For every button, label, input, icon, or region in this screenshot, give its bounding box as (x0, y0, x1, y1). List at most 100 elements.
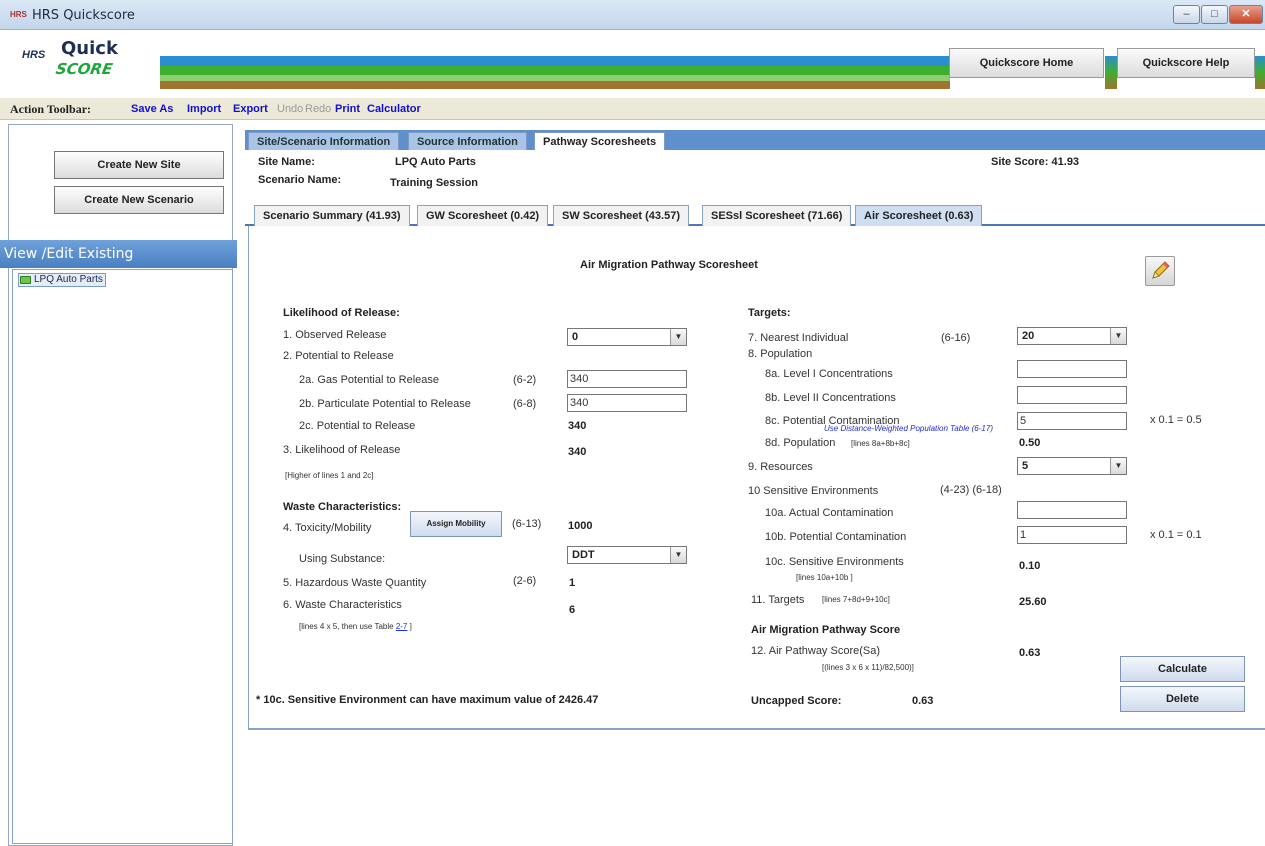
level1-input[interactable] (1017, 360, 1127, 378)
calculate-button[interactable]: Calculate (1120, 656, 1245, 682)
tab-sw-scoresheet[interactable]: SW Scoresheet (43.57) (553, 205, 689, 226)
scenario-name-value: Training Session (390, 177, 479, 189)
quickscore-home-button[interactable]: Quickscore Home (949, 48, 1104, 78)
folder-icon (20, 276, 31, 284)
logo-quick: Quick (61, 38, 118, 59)
particulate-potential-input[interactable]: 340 (567, 394, 687, 412)
close-button[interactable]: ✕ (1229, 5, 1263, 24)
undo-link[interactable]: Undo (277, 103, 303, 115)
potential-contamination-10b-input[interactable]: 1 (1017, 526, 1127, 544)
toxicity-ref[interactable]: (6-13) (512, 518, 541, 530)
population-total-label: 8d. Population (765, 437, 836, 449)
population-link[interactable]: 8. Population (748, 348, 812, 360)
waste-header: Waste Characteristics: (283, 501, 402, 513)
likelihood-release-value: 340 (568, 446, 587, 458)
calculator-link[interactable]: Calculator (367, 103, 421, 115)
uncapped-score-value: 0.63 (912, 695, 934, 707)
tab-source-information[interactable]: Source Information (408, 132, 527, 150)
targets-value: 25.60 (1019, 596, 1047, 608)
toolbar-label: Action Toolbar: (10, 102, 92, 116)
tab-air-scoresheet[interactable]: Air Scoresheet (0.63) (855, 205, 983, 226)
sensitive-environments-ref[interactable]: (4-23) (6-18) (940, 484, 1002, 496)
level2-input[interactable] (1017, 386, 1127, 404)
level2-label: 8b. Level II Concentrations (765, 392, 896, 404)
toxicity-value: 1000 (568, 520, 593, 532)
potential-release-link[interactable]: 2. Potential to Release (283, 350, 394, 362)
substance-select[interactable]: DDT ▼ (567, 546, 687, 564)
chevron-down-icon: ▼ (670, 547, 686, 563)
import-link[interactable]: Import (187, 103, 221, 115)
create-new-site-button[interactable]: Create New Site (54, 151, 224, 179)
tab-sessl-scoresheet[interactable]: SESsl Scoresheet (71.66) (702, 205, 852, 226)
site-tree (12, 269, 233, 844)
air-pathway-score-link[interactable]: 12. Air Pathway Score(Sa) (751, 645, 880, 657)
hazardous-waste-value: 1 (569, 577, 576, 589)
gas-potential-input[interactable]: 340 (567, 370, 687, 388)
nearest-individual-select[interactable]: 20 ▼ (1017, 327, 1127, 345)
site-name-value: LPQ Auto Parts (395, 156, 476, 168)
banner-stripe-brown (160, 81, 950, 89)
tree-item-site[interactable]: LPQ Auto Parts (18, 273, 106, 287)
air-pathway-score-value: 0.63 (1019, 647, 1041, 659)
particulate-potential-label: 2b. Particulate Potential to Release (299, 398, 471, 410)
export-link[interactable]: Export (233, 103, 268, 115)
population-table-link[interactable]: Use Distance-Weighted Population Table (… (824, 424, 993, 433)
scenario-name-label: Scenario Name: (258, 174, 342, 186)
targets-note: [lines 7+8d+9+10c] (822, 595, 890, 604)
scoresheet-title: Air Migration Pathway Scoresheet (580, 259, 758, 271)
delete-button[interactable]: Delete (1120, 686, 1245, 712)
save-as-link[interactable]: Save As (131, 103, 173, 115)
observed-release-link[interactable]: 1. Observed Release (283, 329, 386, 341)
actual-contamination-input[interactable] (1017, 501, 1127, 519)
table-2-7-link[interactable]: 2-7 (396, 622, 408, 631)
waste-note: [lines 4 x 5, then use Table 2-7 ] (299, 622, 412, 631)
banner-stripe-gap (1105, 56, 1117, 89)
tab-scenario-summary[interactable]: Scenario Summary (41.93) (254, 205, 410, 226)
sensitive-env-note: [lines 10a+10b ] (796, 573, 853, 582)
sensitive-env-value: 0.10 (1019, 560, 1041, 572)
particulate-potential-ref[interactable]: (6-8) (513, 398, 536, 410)
window-title: HRS Quickscore (32, 8, 135, 23)
chevron-down-icon: ▼ (670, 329, 686, 345)
site-score: Site Score: 41.93 (991, 156, 1080, 168)
quickscore-help-button[interactable]: Quickscore Help (1117, 48, 1255, 78)
population-value: 0.50 (1019, 437, 1041, 449)
likelihood-release-link[interactable]: 3. Likelihood of Release (283, 444, 400, 456)
air-pathway-score-header: Air Migration Pathway Score (751, 624, 901, 636)
resources-select[interactable]: 5 ▼ (1017, 457, 1127, 475)
tab-site-scenario-information[interactable]: Site/Scenario Information (248, 132, 400, 150)
waste-characteristics-label: 6. Waste Characteristics (283, 599, 402, 611)
logo-score: SCORE (54, 60, 114, 78)
gas-potential-ref[interactable]: (6-2) (513, 374, 536, 386)
window-titlebar (0, 0, 1265, 30)
tab-pathway-scoresheets[interactable]: Pathway Scoresheets (534, 132, 666, 150)
minimize-button[interactable]: – (1173, 5, 1200, 24)
potential-contamination-input[interactable]: 5 (1017, 412, 1127, 430)
nearest-individual-ref[interactable]: (6-16) (941, 332, 970, 344)
actual-contamination-label: 10a. Actual Contamination (765, 507, 894, 519)
potential-to-release-value: 340 (568, 420, 587, 432)
create-new-scenario-button[interactable]: Create New Scenario (54, 186, 224, 214)
tab-gw-scoresheet[interactable]: GW Scoresheet (0.42) (417, 205, 549, 226)
redo-link[interactable]: Redo (305, 103, 331, 115)
banner-stripe-end (1255, 56, 1265, 89)
edit-pencil-icon[interactable] (1145, 256, 1175, 286)
level1-label: 8a. Level I Concentrations (765, 368, 893, 380)
using-substance-label: Using Substance: (299, 553, 386, 565)
print-link[interactable]: Print (335, 103, 360, 115)
hazardous-waste-quantity-label: 5. Hazardous Waste Quantity (283, 577, 427, 589)
air-pathway-note: [(lines 3 x 6 x 11)/82,500)] (822, 663, 914, 672)
assign-mobility-button[interactable]: Assign Mobility (410, 511, 502, 537)
targets-header: Targets: (748, 307, 791, 319)
logo-hrs: HRS (22, 49, 46, 61)
likelihood-header: Likelihood of Release: (283, 307, 400, 319)
gas-potential-label: 2a. Gas Potential to Release (299, 374, 440, 386)
population-note: [lines 8a+8b+8c] (851, 439, 910, 448)
resources-link[interactable]: 9. Resources (748, 461, 813, 473)
hazardous-waste-ref[interactable]: (2-6) (513, 575, 536, 587)
chevron-down-icon: ▼ (1110, 328, 1126, 344)
observed-release-select[interactable]: 0 ▼ (567, 328, 687, 346)
targets-link[interactable]: 11. Targets (751, 594, 804, 606)
maximize-button[interactable]: □ (1201, 5, 1228, 24)
max-value-footnote: * 10c. Sensitive Environment can have ma… (256, 694, 599, 706)
